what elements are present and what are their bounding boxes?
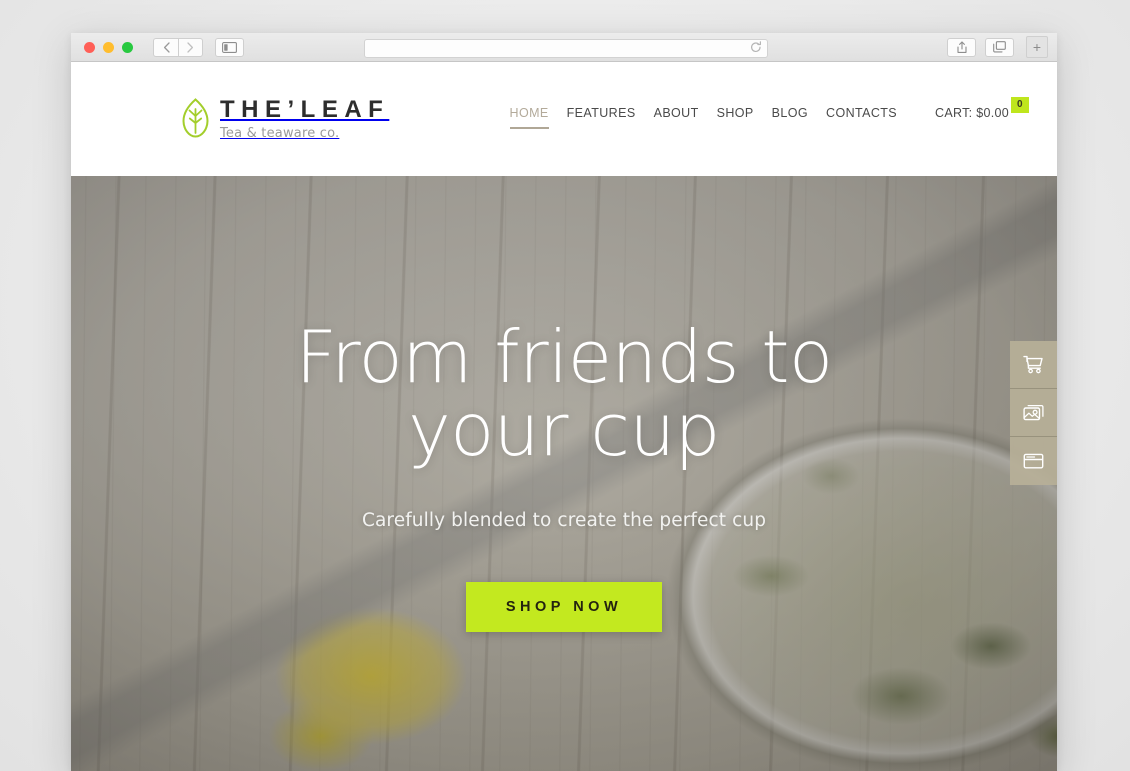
new-tab-label: + [1032,39,1042,55]
tabs-overview-button[interactable] [985,37,1014,57]
brand-tagline: Tea & teaware co. [220,126,340,142]
side-widget-panel [1010,341,1057,485]
sidebar-toggle-button[interactable] [215,37,244,57]
nav-item-about[interactable]: ABOUT [654,106,699,127]
share-button[interactable] [947,37,976,57]
chevron-left-icon [163,41,170,53]
back-button[interactable] [153,37,178,57]
share-icon [956,40,967,53]
layout-widget-button[interactable] [1010,437,1057,485]
browser-titlebar: + [71,33,1057,62]
shopping-cart-icon [1023,355,1043,374]
site-header: THE’LEAF Tea & teaware co. HOME FEATURES… [71,62,1057,176]
reload-icon[interactable] [750,40,762,54]
image-gallery-icon [1023,404,1044,421]
cart-label: CART: $0.00 [935,105,1009,120]
address-bar-container [364,38,768,58]
cart-widget-button[interactable] [1010,341,1057,389]
gallery-widget-button[interactable] [1010,389,1057,437]
window-controls [84,41,133,53]
navigation-button-group [153,37,203,57]
nav-item-blog[interactable]: BLOG [772,106,808,127]
hero-section: From friends to your cup Carefully blend… [71,176,1057,771]
main-navigation: HOME FEATURES ABOUT SHOP BLOG CONTACTS C… [509,96,1029,129]
address-bar-input[interactable] [364,38,768,58]
shop-now-button[interactable]: SHOP NOW [465,581,663,632]
cart-count-badge: 0 [1011,96,1029,113]
hero-subtitle: Carefully blended to create the perfect … [361,509,767,531]
brand-name: THE’LEAF [220,95,390,123]
brand-logo-link[interactable]: THE’LEAF Tea & teaware co. [182,95,390,142]
browser-window: + THE’LEAF Tea & teaware co. HOME FEATUR… [71,33,1057,771]
minimize-window-button[interactable] [103,41,114,53]
chevron-right-icon [187,41,194,53]
hero-title: From friends to your cup [295,315,833,473]
nav-item-contacts[interactable]: CONTACTS [826,106,897,127]
nav-item-home[interactable]: HOME [509,106,549,129]
titlebar-right-controls: + [947,36,1048,58]
hero-content: From friends to your cup Carefully blend… [71,176,1057,771]
tabs-overview-icon [993,41,1006,53]
forward-button[interactable] [178,37,203,57]
leaf-icon [182,98,209,138]
maximize-window-button[interactable] [122,41,133,53]
browser-window-icon [1023,453,1044,469]
cart-link[interactable]: CART: $0.00 0 [935,96,1029,120]
sidebar-icon [222,41,237,53]
close-window-button[interactable] [84,41,95,53]
nav-item-features[interactable]: FEATURES [567,106,636,127]
new-tab-button[interactable]: + [1026,36,1048,58]
brand-text: THE’LEAF Tea & teaware co. [220,95,390,142]
desktop-backdrop: + THE’LEAF Tea & teaware co. HOME FEATUR… [0,0,1130,771]
nav-item-shop[interactable]: SHOP [717,106,754,127]
